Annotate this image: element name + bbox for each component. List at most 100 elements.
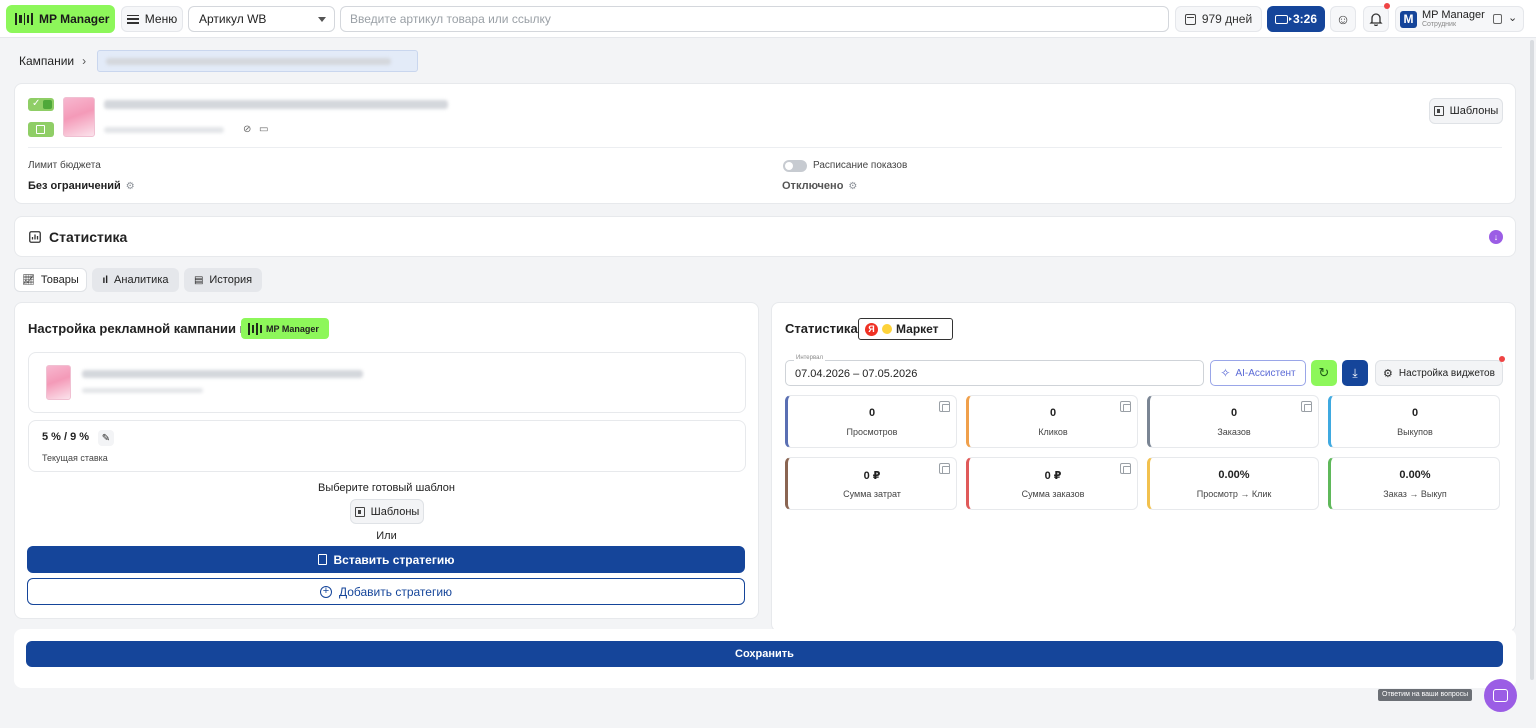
copy-icon[interactable] xyxy=(1120,463,1131,474)
tab-products[interactable]: 📈︎ Товары xyxy=(14,268,87,292)
campaign-status-toggle[interactable]: ✓ xyxy=(28,98,54,111)
schedule-value: Отключено ⚙ xyxy=(782,180,857,192)
product-thumbnail xyxy=(46,365,71,400)
copy-icon[interactable] xyxy=(939,401,950,412)
chat-button[interactable] xyxy=(1484,679,1517,712)
campaign-card: ✓ ⊘ ▭ Шаблоны Лимит бюджета Без ограниче… xyxy=(14,83,1516,204)
stat-tile: 0 Просмотров xyxy=(785,395,957,448)
refresh-button[interactable]: ↻ xyxy=(1311,360,1337,386)
add-strategy-button[interactable]: + Добавить стратегию xyxy=(27,578,745,605)
tab-history-label: История xyxy=(209,274,253,286)
chevron-down-icon: ⌄ xyxy=(1508,12,1518,24)
schedule-label: Расписание показов xyxy=(813,160,908,171)
top-bar: MP Manager Меню Артикул WB 979 дней 3:26… xyxy=(0,0,1536,38)
article-type-value: Артикул WB xyxy=(199,12,267,26)
copy-icon[interactable] xyxy=(1120,401,1131,412)
target-icon xyxy=(36,125,45,134)
logo-icon xyxy=(15,12,33,26)
save-button[interactable]: Сохранить xyxy=(26,641,1503,667)
insert-strategy-label: Вставить стратегию xyxy=(333,552,455,567)
interval-value: 07.04.2026 – 07.05.2026 xyxy=(795,368,918,380)
download-icon: ⤓ xyxy=(1352,365,1358,380)
widget-settings-button[interactable]: ⚙ Настройка виджетов xyxy=(1375,360,1503,386)
line-chart-icon: 📈︎ xyxy=(22,274,35,286)
search-input[interactable] xyxy=(340,6,1169,32)
scrollbar[interactable] xyxy=(1530,40,1534,680)
insert-strategy-button[interactable]: Вставить стратегию xyxy=(27,546,745,573)
setup-title: Настройка рекламной кампании в xyxy=(28,321,248,336)
yandex-market-badge: Я Маркет xyxy=(858,318,953,340)
menu-button[interactable]: Меню xyxy=(121,6,183,32)
templates-label: Шаблоны xyxy=(370,505,420,518)
statistics-section-header[interactable]: Статистика ↓ xyxy=(14,216,1516,257)
interval-label: Интервал xyxy=(794,355,825,361)
notifications-button[interactable] xyxy=(1363,6,1389,32)
copy-icon[interactable] xyxy=(1301,401,1312,412)
template-icon xyxy=(1433,106,1444,116)
divider xyxy=(28,147,1502,148)
interval-field[interactable]: Интервал 07.04.2026 – 07.05.2026 xyxy=(785,355,1204,386)
schedule-text: Отключено xyxy=(782,180,844,192)
stat-label: Кликов xyxy=(1038,427,1068,437)
ai-assistant-label: AI-Ассистент xyxy=(1235,367,1296,379)
unlink-icon[interactable]: ⊘ xyxy=(243,124,251,135)
chevron-right-icon: › xyxy=(82,54,87,68)
tab-history[interactable]: ▤ История xyxy=(184,268,262,292)
stat-tile: 0 ₽ Сумма заказов xyxy=(966,457,1138,510)
bar-chart-icon: ıl xyxy=(102,274,109,286)
subscription-days-button[interactable]: 979 дней xyxy=(1175,6,1262,32)
user-menu-button[interactable]: M MP Manager Сотрудник ⌄ xyxy=(1395,6,1524,32)
stat-value: 0.00% xyxy=(1218,469,1250,481)
stat-value: 0 xyxy=(1230,407,1238,419)
stat-label: Заказов xyxy=(1217,427,1251,437)
clipboard-icon xyxy=(317,554,327,565)
stat-label: Сумма заказов xyxy=(1021,489,1085,499)
ai-assistant-button[interactable]: ✧ AI-Ассистент xyxy=(1210,360,1306,386)
breadcrumb: Кампании › xyxy=(19,54,86,68)
rate-value: 5 % / 9 % xyxy=(42,431,90,443)
copy-icon[interactable] xyxy=(939,463,950,474)
download-button[interactable]: ⤓ xyxy=(1342,360,1368,386)
smile-icon: ☺ xyxy=(1335,11,1351,27)
logo-button[interactable]: MP Manager xyxy=(6,5,115,33)
budget-limit-text: Без ограничений xyxy=(28,180,121,192)
copy-icon xyxy=(1493,14,1502,24)
templates-button[interactable]: Шаблоны xyxy=(350,499,424,524)
or-label: Или xyxy=(376,530,397,542)
statistics-panel: Статистика Я Маркет Интервал 07.04.2026 … xyxy=(771,302,1516,632)
template-icon xyxy=(354,506,365,517)
stat-label: Просмотров xyxy=(846,427,898,437)
product-thumbnail xyxy=(63,97,95,137)
tab-analytics-label: Аналитика xyxy=(114,274,169,286)
stat-value: 0 xyxy=(1411,407,1419,419)
stat-tile: 0 ₽ Сумма затрат xyxy=(785,457,957,510)
gear-icon[interactable]: ⚙ xyxy=(126,181,135,192)
gear-icon: ⚙ xyxy=(1383,367,1393,380)
stat-value: 0 xyxy=(1049,407,1057,419)
breadcrumb-campaigns[interactable]: Кампании xyxy=(19,54,74,68)
stat-label: Заказ → Выкуп xyxy=(1383,489,1447,499)
pencil-icon[interactable]: ✎ xyxy=(98,430,114,446)
chart-icon xyxy=(29,231,41,243)
tab-analytics[interactable]: ıl Аналитика xyxy=(92,268,179,292)
logo-icon xyxy=(248,322,263,336)
calendar-icon[interactable]: ▭ xyxy=(259,124,268,135)
gear-icon[interactable]: ⚙ xyxy=(848,181,857,192)
templates-button[interactable]: Шаблоны xyxy=(1429,98,1503,124)
budget-limit-label: Лимит бюджета xyxy=(28,160,101,171)
bell-icon xyxy=(1369,13,1383,26)
budget-limit-value: Без ограничений ⚙ xyxy=(28,180,135,192)
choose-template-label: Выберите готовый шаблон xyxy=(317,482,455,494)
check-icon: ✓ xyxy=(32,98,41,109)
expand-down-icon[interactable]: ↓ xyxy=(1489,230,1503,244)
feedback-button[interactable]: ☺ xyxy=(1330,6,1356,32)
article-type-select[interactable]: Артикул WB xyxy=(188,6,335,32)
calendar-icon xyxy=(1184,13,1196,25)
templates-label: Шаблоны xyxy=(1449,105,1499,117)
sparkle-icon: ✧ xyxy=(1220,366,1231,380)
video-lesson-button[interactable]: 3:26 xyxy=(1267,6,1325,32)
schedule-toggle[interactable] xyxy=(783,160,807,172)
market-icon xyxy=(882,324,892,334)
menu-label: Меню xyxy=(144,12,178,26)
stats-panel-title: Статистика xyxy=(785,321,858,336)
